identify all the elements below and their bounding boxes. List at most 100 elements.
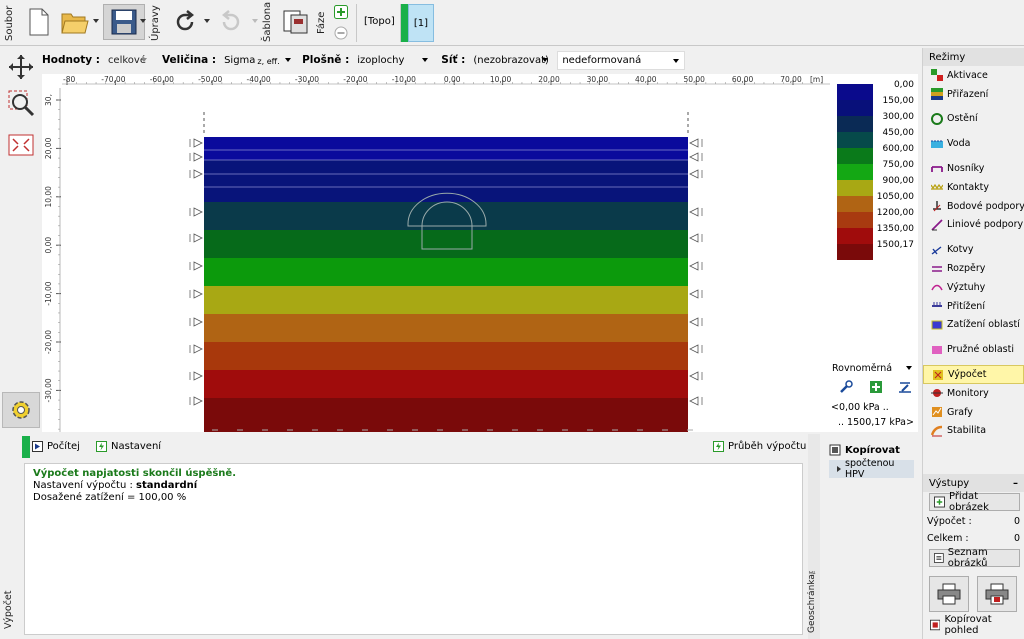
mode-item-contact[interactable]: Kontakty: [923, 178, 1024, 197]
prubeh-vypoctu-button[interactable]: Průběh výpočtu: [713, 441, 806, 452]
strut-icon: [932, 265, 942, 272]
left-support-icon: [189, 317, 203, 327]
sit-select[interactable]: (nezobrazovat): [469, 51, 553, 70]
drawing-canvas[interactable]: -80 -70,00 -60,00 -50,00 -40,00 -30,00 -20,00 -…: [42, 74, 830, 432]
vypocet-count-label: Výpočet :: [927, 516, 972, 527]
vypocet-side-tab[interactable]: Výpočet: [3, 584, 17, 636]
mode-item-label: Bodové podpory: [947, 200, 1024, 212]
undo-button[interactable]: [170, 4, 200, 40]
faze-menu-label[interactable]: Fáze: [316, 4, 330, 42]
legend-max-text: .. 1500,17 kPa>: [838, 417, 914, 428]
list-images-button[interactable]: Seznam obrázků: [929, 547, 1020, 569]
plosne-select[interactable]: izoplochy: [353, 51, 433, 70]
soubor-menu-label[interactable]: Soubor: [4, 4, 18, 42]
stress-band-7: [204, 342, 688, 370]
save-dropdown-arrow[interactable]: [140, 19, 146, 23]
mode-item-label: Liniové podpory: [947, 219, 1024, 231]
add-stage-button[interactable]: [334, 5, 348, 19]
stress-band-0: [204, 137, 688, 160]
legend-mode-value: Rovnoměrná: [832, 362, 893, 374]
kopirovat-label: Kopírovat: [845, 444, 900, 456]
mode-item-graph[interactable]: Grafy: [923, 403, 1024, 422]
copy-view-icon: [930, 619, 941, 631]
mode-item-label: Rozpěry: [947, 263, 986, 275]
copy-view-button[interactable]: Kopírovat pohled: [926, 614, 1022, 636]
topo-stage-tab[interactable]: [Topo]: [364, 16, 395, 27]
mode-item-calculation[interactable]: Výpočet: [923, 365, 1024, 384]
left-support-icon: [189, 207, 203, 217]
mode-item-label: Aktivace: [947, 69, 988, 81]
upravy-menu-label[interactable]: Úpravy: [150, 4, 164, 42]
mode-item-elastic-region[interactable]: Pružné oblasti: [923, 340, 1024, 359]
zoom-tool-button[interactable]: [8, 90, 36, 118]
activation-icon: [931, 69, 943, 82]
monitor-icon: [931, 389, 943, 398]
print-button[interactable]: [929, 576, 969, 612]
zoom-extents-button[interactable]: [8, 134, 34, 156]
settings-button[interactable]: [2, 392, 40, 428]
legend-color-swatch: [837, 148, 873, 164]
nastaveni-button[interactable]: Nastavení: [96, 441, 161, 452]
y-tick-label: 10,00: [44, 186, 53, 208]
undo-dropdown-arrow[interactable]: [204, 19, 210, 23]
legend-color-swatch: [837, 84, 873, 100]
mode-item-label: Výpočet: [948, 369, 987, 381]
mode-item-surcharge[interactable]: Přitížení: [923, 297, 1024, 316]
view-options-bar: Hodnoty : celkové Veličina : Sigma z, eff…: [42, 48, 918, 72]
redo-dropdown-arrow[interactable]: [252, 19, 258, 23]
zoom-magnifier-icon: [8, 90, 35, 117]
mode-item-beam[interactable]: Nosníky: [923, 159, 1024, 178]
line-support-icon: [931, 219, 943, 231]
deformation-select[interactable]: nedeformovaná: [557, 50, 686, 70]
stage-1-tab[interactable]: [1]: [408, 4, 434, 42]
lightning-icon: [713, 441, 724, 452]
geoschranka-tab[interactable]: Geoschránka™: [807, 562, 821, 636]
mode-item-point-support[interactable]: Bodové podpory: [923, 197, 1024, 216]
save-button[interactable]: [103, 4, 145, 40]
sit-label: Síť :: [441, 54, 466, 66]
pan-tool-button[interactable]: [8, 54, 34, 80]
add-image-label: Přidat obrázek: [948, 491, 989, 513]
x-tick-label: -40,00: [247, 75, 271, 84]
vystupy-collapse-icon[interactable]: –: [1013, 478, 1018, 489]
legend-add-button[interactable]: [869, 380, 883, 394]
remove-stage-button[interactable]: [334, 26, 348, 40]
left-tool-panel: [0, 48, 42, 432]
expand-arrow-icon: [837, 466, 841, 472]
legend-settings-button[interactable]: [898, 380, 912, 394]
velicina-select[interactable]: Sigma z, eff.: [220, 51, 296, 70]
open-dropdown-arrow[interactable]: [93, 19, 99, 23]
mode-item-stability[interactable]: Stabilita: [923, 422, 1024, 441]
mode-item-monitor[interactable]: Monitory: [923, 384, 1024, 403]
redo-button[interactable]: [216, 4, 246, 40]
mode-item-anchor[interactable]: Kotvy: [923, 240, 1024, 259]
template-button[interactable]: [280, 4, 312, 40]
mode-item-activation[interactable]: Aktivace: [923, 66, 1024, 85]
kopirovat-header: Kopírovat: [829, 444, 900, 456]
y-tick-label: -30,00: [44, 378, 53, 402]
mode-item-reinforcement[interactable]: Výztuhy: [923, 278, 1024, 297]
x-ruler: -80 -70,00 -60,00 -50,00 -40,00 -30,00 -20,00 -…: [62, 75, 830, 85]
mode-item-region-load[interactable]: Zatížení oblastí: [923, 316, 1024, 335]
legend-edit-button[interactable]: [839, 380, 853, 394]
printer-pdf-icon: [985, 583, 1009, 605]
legend-mode-select[interactable]: Rovnoměrná: [830, 359, 918, 377]
mode-item-strut[interactable]: Rozpěry: [923, 259, 1024, 278]
add-image-button[interactable]: Přidat obrázek: [929, 491, 1020, 513]
open-file-button[interactable]: [58, 4, 92, 40]
right-support-icon: [689, 289, 703, 299]
copy-hpv-button[interactable]: spočtenou HPV: [829, 458, 914, 480]
print-export-button[interactable]: [977, 576, 1017, 612]
hodnoty-select[interactable]: celkové: [104, 51, 152, 70]
new-file-button[interactable]: [24, 4, 54, 40]
sablona-menu-label[interactable]: Šablona: [262, 2, 276, 42]
result-title: Výpočet napjatosti skončil úspěšně.: [33, 468, 237, 479]
y-tick-label: 30,: [44, 94, 53, 106]
mode-item-line-support[interactable]: Liniové podpory: [923, 216, 1024, 235]
vypocet-count-value: 0: [1014, 516, 1021, 527]
mode-item-lining[interactable]: Ostění: [923, 110, 1024, 129]
legend-value-label: 900,00: [882, 176, 915, 186]
mode-item-water[interactable]: Voda: [923, 134, 1024, 153]
pocitej-button[interactable]: Počítej: [32, 441, 80, 452]
mode-item-assign[interactable]: Přiřazení: [923, 85, 1024, 104]
